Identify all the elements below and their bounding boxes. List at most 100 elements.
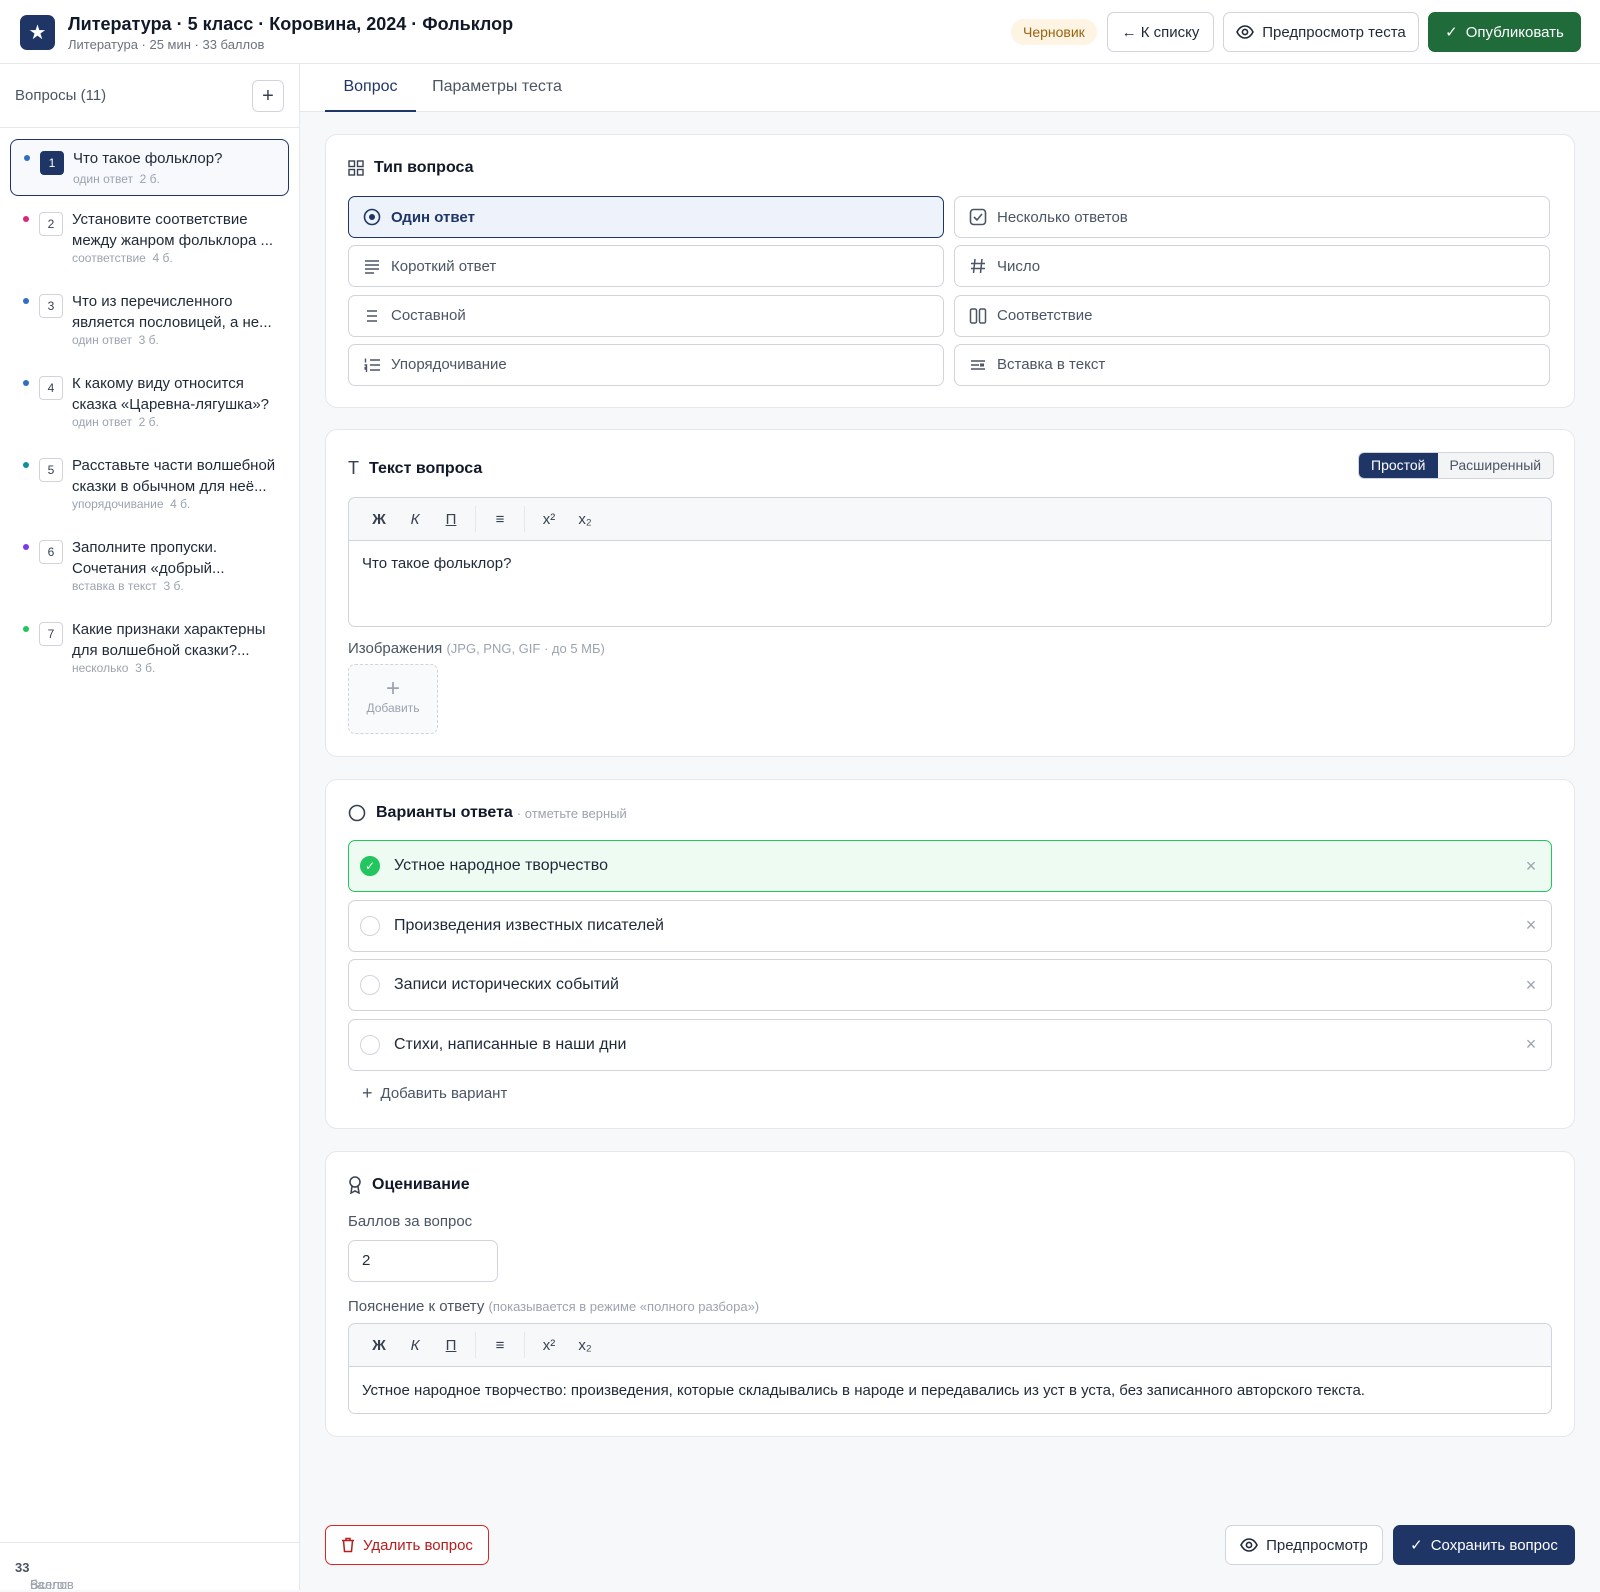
mode-advanced-button[interactable]: Расширенный bbox=[1438, 453, 1554, 478]
remove-option-icon[interactable]: × bbox=[1511, 915, 1551, 936]
tab-test-settings[interactable]: Параметры теста bbox=[424, 64, 570, 112]
toolbar-divider bbox=[524, 1332, 525, 1358]
hash-icon bbox=[969, 257, 987, 275]
type-option-7[interactable]: Упорядочивание bbox=[348, 343, 944, 386]
add-option-label: Добавить вариант bbox=[380, 1085, 508, 1102]
underline-button[interactable]: П bbox=[433, 1337, 469, 1354]
explanation-toolbar: Ж К П ≡ x² x₂ bbox=[348, 1323, 1552, 1366]
question-list-item[interactable]: 2 Установите соответствие между жанром фо… bbox=[10, 201, 289, 275]
grading-card: Оценивание Баллов за вопрос 2 Пояснение … bbox=[325, 1151, 1575, 1437]
add-question-button[interactable]: + bbox=[252, 80, 284, 112]
questions-sidebar: Вопросы (11) + 1 Что такое фольклор? один … bbox=[0, 64, 300, 1592]
type-option-label: Число bbox=[997, 257, 1041, 275]
answer-radio[interactable] bbox=[360, 975, 380, 995]
answer-text[interactable]: Стихи, написанные в наши дни bbox=[394, 1036, 1511, 1054]
question-list-item[interactable]: 4 К какому виду относится сказка «Царевна… bbox=[10, 365, 289, 439]
type-option-2[interactable]: Несколько ответов bbox=[954, 196, 1550, 238]
question-meta: один ответ 2 б. bbox=[72, 415, 159, 429]
test-preview-button[interactable]: Предпросмотр теста bbox=[1223, 12, 1419, 52]
italic-button[interactable]: К bbox=[397, 1337, 433, 1354]
question-text-card: T Текст вопроса Простой Расширенный Ж К … bbox=[325, 429, 1575, 757]
type-option-8[interactable]: Вставка в текст bbox=[954, 343, 1550, 386]
mode-simple-button[interactable]: Простой bbox=[1359, 453, 1438, 478]
test-preview-label: Предпросмотр теста bbox=[1262, 23, 1406, 41]
question-number: 7 bbox=[39, 622, 63, 646]
check-icon: ✓ bbox=[1445, 24, 1458, 41]
list-button[interactable]: ≡ bbox=[482, 511, 518, 528]
type-option-1[interactable]: Один ответ bbox=[348, 196, 944, 238]
italic-button[interactable]: К bbox=[397, 511, 433, 528]
toolbar-divider bbox=[475, 1332, 476, 1358]
superscript-button[interactable]: x² bbox=[531, 511, 567, 528]
tab-question[interactable]: Вопрос bbox=[325, 64, 416, 112]
grading-heading: Оценивание bbox=[348, 1176, 470, 1194]
correct-check-icon[interactable]: ✓ bbox=[360, 856, 380, 876]
question-list-item[interactable]: 5 Расставьте части волшебной сказки в обы… bbox=[10, 447, 289, 521]
question-list-item[interactable]: 1 Что такое фольклор? один ответ 2 б. bbox=[10, 139, 289, 196]
question-list-item[interactable]: 7 Какие признаки характерны для волшебной… bbox=[10, 611, 289, 685]
add-option-button[interactable]: + Добавить вариант bbox=[362, 1083, 507, 1104]
answer-radio[interactable] bbox=[360, 1034, 380, 1055]
editor-mode-toggle: Простой Расширенный bbox=[1358, 452, 1555, 479]
question-type-dot bbox=[23, 626, 29, 632]
subscript-button[interactable]: x₂ bbox=[567, 1337, 603, 1354]
answer-option: Произведения известных писателей × bbox=[348, 899, 1552, 952]
subscript-button[interactable]: x₂ bbox=[567, 511, 603, 528]
question-list-item[interactable]: 6 Заполните пропуски. Сочетания «добрый..… bbox=[10, 529, 289, 603]
remove-option-icon[interactable]: × bbox=[1511, 1034, 1551, 1055]
type-option-4[interactable]: Число bbox=[954, 245, 1550, 288]
question-list-item[interactable]: 3 Что из перечисленного является пословиц… bbox=[10, 283, 289, 357]
back-button-label: ← К списку bbox=[1121, 23, 1200, 41]
bold-button[interactable]: Ж bbox=[361, 1337, 397, 1354]
bold-button[interactable]: Ж bbox=[361, 511, 397, 528]
eye-icon bbox=[1236, 25, 1255, 39]
answer-option: Стихи, написанные в наши дни × bbox=[348, 1018, 1552, 1071]
preview-label: Предпросмотр bbox=[1266, 1536, 1368, 1554]
question-title: Установите соответствие между жанром фол… bbox=[72, 211, 274, 249]
explanation-hint: (показывается в режиме «полного разбора»… bbox=[488, 1299, 760, 1314]
answer-text[interactable]: Произведения известных писателей bbox=[394, 917, 1511, 935]
points-input[interactable]: 2 bbox=[348, 1240, 498, 1282]
superscript-button[interactable]: x² bbox=[531, 1337, 567, 1354]
images-label: Изображения (JPG, PNG, GIF · до 5 МБ) bbox=[348, 640, 605, 657]
save-question-button[interactable]: ✓ Сохранить вопрос bbox=[1393, 1525, 1575, 1565]
answer-text[interactable]: Устное народное творчество bbox=[394, 857, 1511, 875]
format-toolbar: Ж К П ≡ x² x₂ bbox=[348, 497, 1552, 540]
publish-button[interactable]: ✓ Опубликовать bbox=[1428, 12, 1581, 52]
back-to-list-button[interactable]: ← К списку bbox=[1107, 12, 1214, 52]
question-title: Расставьте части волшебной сказки в обыч… bbox=[72, 457, 276, 495]
type-option-6[interactable]: Соответствие bbox=[954, 294, 1550, 337]
type-option-label: Упорядочивание bbox=[391, 356, 507, 374]
status-badge: Черновик bbox=[1011, 19, 1097, 45]
question-text-editor[interactable]: Что такое фольклор? bbox=[348, 540, 1552, 627]
save-question-label: Сохранить вопрос bbox=[1430, 1536, 1558, 1554]
question-title: Какие признаки характерны для волшебной … bbox=[72, 621, 266, 659]
add-image-button[interactable]: + Добавить bbox=[348, 664, 438, 734]
question-title: К какому виду относится сказка «Царевна-… bbox=[72, 375, 270, 413]
remove-option-icon[interactable]: × bbox=[1511, 975, 1551, 996]
list-button[interactable]: ≡ bbox=[482, 1337, 518, 1354]
answer-options-card: Варианты ответа · отметьте верный ✓ Устно… bbox=[325, 779, 1575, 1129]
type-option-label: Один ответ bbox=[391, 208, 475, 226]
columns-icon bbox=[969, 307, 987, 325]
answer-radio[interactable] bbox=[360, 915, 380, 936]
underline-button[interactable]: П bbox=[433, 511, 469, 528]
type-option-5[interactable]: Составной bbox=[348, 294, 944, 337]
answer-text[interactable]: Записи исторических событий bbox=[394, 976, 1511, 994]
question-number: 6 bbox=[39, 540, 63, 564]
trash-icon bbox=[341, 1537, 355, 1553]
remove-option-icon[interactable]: × bbox=[1511, 856, 1551, 877]
question-number: 2 bbox=[39, 212, 63, 236]
type-option-3[interactable]: Короткий ответ bbox=[348, 245, 944, 288]
plus-icon: + bbox=[262, 84, 274, 107]
preview-button[interactable]: Предпросмотр bbox=[1225, 1525, 1383, 1565]
type-option-label: Соответствие bbox=[997, 307, 1093, 325]
check-icon: ✓ bbox=[1410, 1537, 1423, 1554]
delete-question-button[interactable]: Удалить вопрос bbox=[325, 1525, 489, 1565]
question-type-dot bbox=[23, 462, 29, 468]
answer-option: Записи исторических событий × bbox=[348, 959, 1552, 1011]
question-type-dot bbox=[23, 298, 29, 304]
explanation-editor[interactable]: Устное народное творчество: произведения… bbox=[348, 1366, 1552, 1414]
publish-label: Опубликовать bbox=[1465, 23, 1564, 41]
question-text-heading: T Текст вопроса bbox=[348, 458, 483, 478]
